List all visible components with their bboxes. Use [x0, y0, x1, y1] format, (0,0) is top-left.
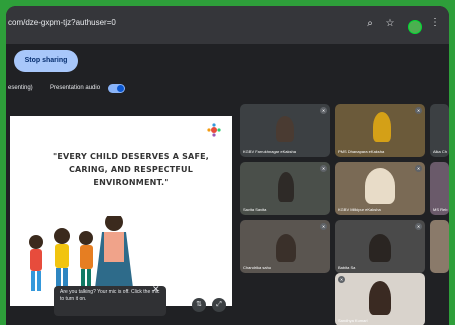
- mic-off-icon: ✕: [415, 223, 422, 230]
- participant-tile[interactable]: ✕ Savita Savita: [240, 162, 330, 215]
- presentation-options-bar: esenting) Presentation audio: [6, 80, 449, 98]
- mic-off-icon: ✕: [338, 276, 345, 283]
- more-menu-icon[interactable]: ⋮: [430, 17, 440, 28]
- participant-name: MS Reb: [433, 207, 448, 212]
- participant-name: KGBV Milkipur eKaksha: [338, 207, 381, 212]
- close-icon[interactable]: ✕: [152, 284, 160, 295]
- mic-muted-toast: Are you talking? Your mic is off. Click …: [54, 286, 166, 316]
- meeting-stage: "EVERY CHILD DESERVES A SAFE, CARING, AN…: [6, 98, 449, 325]
- participant-tile[interactable]: ✕ Sandhya Kumari: [335, 273, 425, 325]
- participant-name: PMS Dhanapara eKaksha: [338, 149, 385, 154]
- participant-tile[interactable]: ✕ PMS Dhanapara eKaksha: [335, 104, 425, 157]
- participant-tile[interactable]: ✕ Babita Sa: [335, 220, 425, 273]
- star-icon[interactable]: ☆: [383, 17, 397, 31]
- participant-video: [276, 116, 294, 142]
- participant-tile[interactable]: ✕ Chandrika sahu: [240, 220, 330, 273]
- participant-name: KGBV Farrukhnagar eKaksha: [243, 149, 296, 154]
- participant-name: Savita Savita: [243, 207, 267, 212]
- participant-video: [365, 168, 395, 204]
- slide-quote: "EVERY CHILD DESERVES A SAFE, CARING, AN…: [52, 152, 210, 187]
- participant-tile[interactable]: ✕ KGBV Farrukhnagar eKaksha: [240, 104, 330, 157]
- presentation-audio-label: Presentation audio: [50, 85, 101, 91]
- participant-tile[interactable]: [430, 220, 449, 273]
- participant-video: [369, 281, 391, 315]
- participant-name: Alka Ch: [433, 149, 448, 154]
- presentation-audio-toggle[interactable]: [108, 84, 125, 93]
- screenshot-frame: com/dze-gxpm-tjz?authuser=0 ⌕ ☆ ⋮ Stop s…: [0, 0, 455, 325]
- stop-sharing-button[interactable]: Stop sharing: [14, 50, 78, 72]
- participant-tile[interactable]: ✕ KGBV Milkipur eKaksha: [335, 162, 425, 215]
- participant-video: [373, 112, 391, 142]
- extension-icon[interactable]: [408, 20, 422, 34]
- mic-off-icon: ✕: [320, 223, 327, 230]
- presented-slide: "EVERY CHILD DESERVES A SAFE, CARING, AN…: [10, 116, 232, 306]
- participant-name: Babita Sa: [338, 265, 356, 270]
- fullscreen-icon[interactable]: ⤢: [212, 298, 226, 312]
- zoom-icon[interactable]: ⌕: [363, 17, 377, 31]
- participant-tile[interactable]: Alka Ch: [430, 104, 449, 157]
- pin-icon[interactable]: ⇅: [192, 298, 206, 312]
- mic-off-icon: ✕: [415, 165, 422, 172]
- participant-tile[interactable]: MS Reb: [430, 162, 449, 215]
- presenting-label: esenting): [8, 85, 33, 91]
- mic-off-icon: ✕: [320, 107, 327, 114]
- url-text[interactable]: com/dze-gxpm-tjz?authuser=0: [8, 18, 116, 27]
- participant-video: [278, 172, 294, 202]
- address-bar[interactable]: com/dze-gxpm-tjz?authuser=0 ⌕ ☆ ⋮: [6, 6, 449, 44]
- browser-window: com/dze-gxpm-tjz?authuser=0 ⌕ ☆ ⋮ Stop s…: [6, 6, 449, 325]
- participant-name: Sandhya Kumari: [338, 318, 368, 323]
- participant-video: [276, 234, 296, 262]
- mic-off-icon: ✕: [320, 165, 327, 172]
- logo-icon: [207, 123, 221, 137]
- mic-off-icon: ✕: [415, 107, 422, 114]
- share-bar: Stop sharing: [6, 44, 449, 80]
- participant-video: [369, 234, 391, 262]
- participant-name: Chandrika sahu: [243, 265, 272, 270]
